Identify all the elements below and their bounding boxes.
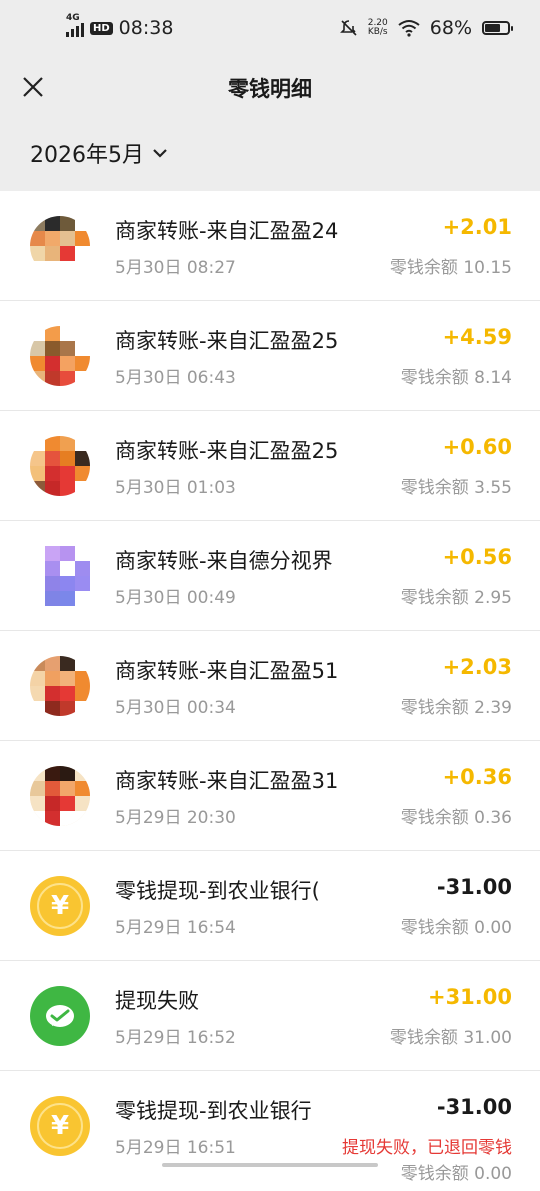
transaction-amount: +2.03 <box>442 655 512 679</box>
speed-unit: KB/s <box>367 27 388 37</box>
transaction-time: 5月30日 01:03 <box>115 478 236 498</box>
network-type: 4G <box>66 13 80 23</box>
battery-fill <box>485 24 500 32</box>
transaction-balance: 零钱余额 10.15 <box>389 258 512 278</box>
wifi-icon <box>398 20 420 37</box>
merchant-avatar <box>30 546 90 606</box>
transaction-title: 商家转账-来自汇盈盈31 <box>115 769 339 793</box>
yuan-coin-icon: ¥ <box>30 876 90 936</box>
status-time: 08:38 <box>118 17 174 39</box>
do-not-disturb-icon <box>339 20 357 36</box>
transaction-row[interactable]: ¥ 零钱提现-到农业银行 5月29日 16:51 -31.00 提现失败，已退回… <box>0 1071 540 1191</box>
transaction-balance: 零钱余额 0.00 <box>400 1164 512 1184</box>
network-speed: 2.20 KB/s <box>368 19 388 37</box>
transaction-balance: 零钱余额 8.14 <box>400 368 512 388</box>
transaction-balance: 零钱余额 3.55 <box>400 478 512 498</box>
merchant-avatar <box>30 216 90 276</box>
yuan-coin-icon: ¥ <box>30 1096 90 1156</box>
battery-icon <box>482 21 513 35</box>
transaction-row[interactable]: 商家转账-来自汇盈盈25 5月30日 06:43 +4.59 零钱余额 8.14 <box>0 301 540 411</box>
transaction-title: 商家转账-来自汇盈盈25 <box>115 329 339 353</box>
transaction-balance: 零钱余额 0.36 <box>400 808 512 828</box>
transaction-time: 5月29日 16:52 <box>115 1028 236 1048</box>
transaction-amount: +2.01 <box>442 215 512 239</box>
transaction-balance: 零钱余额 31.00 <box>389 1028 512 1048</box>
transaction-row[interactable]: 商家转账-来自汇盈盈24 5月30日 08:27 +2.01 零钱余额 10.1… <box>0 191 540 301</box>
withdraw-failed-note: 提现失败，已退回零钱 <box>342 1138 512 1158</box>
battery-percent: 68% <box>429 17 472 39</box>
transaction-balance: 零钱余额 2.39 <box>400 698 512 718</box>
chevron-down-icon <box>153 149 167 158</box>
month-filter-bar: 2026年5月 <box>0 115 540 191</box>
month-label: 2026年5月 <box>30 143 144 168</box>
transaction-title: 零钱提现-到农业银行( <box>115 879 320 903</box>
transaction-time: 5月30日 06:43 <box>115 368 236 388</box>
transaction-row[interactable]: 商家转账-来自汇盈盈25 5月30日 01:03 +0.60 零钱余额 3.55 <box>0 411 540 521</box>
nav-bar: 零钱明细 <box>0 60 540 115</box>
transaction-title: 零钱提现-到农业银行 <box>115 1099 312 1123</box>
merchant-avatar <box>30 656 90 716</box>
merchant-avatar <box>30 436 90 496</box>
transaction-amount: -31.00 <box>436 1095 512 1119</box>
transaction-title: 商家转账-来自汇盈盈24 <box>115 219 339 243</box>
status-right: 2.20 KB/s 68% <box>339 17 513 39</box>
merchant-avatar <box>30 326 90 386</box>
transaction-time: 5月30日 00:34 <box>115 698 236 718</box>
transaction-balance: 零钱余额 0.00 <box>400 918 512 938</box>
hd-badge: HD <box>90 21 113 35</box>
transaction-amount: -31.00 <box>436 875 512 899</box>
transaction-time: 5月29日 20:30 <box>115 808 236 828</box>
close-button[interactable] <box>16 70 50 104</box>
merchant-avatar <box>30 766 90 826</box>
transaction-row[interactable]: ¥ 零钱提现-到农业银行( 5月29日 16:54 -31.00 零钱余额 0.… <box>0 851 540 961</box>
transaction-amount: +0.36 <box>442 765 512 789</box>
transaction-title: 商家转账-来自汇盈盈51 <box>115 659 339 683</box>
transaction-row[interactable]: 商家转账-来自德分视界 5月30日 00:49 +0.56 零钱余额 2.95 <box>0 521 540 631</box>
transaction-balance: 零钱余额 2.95 <box>400 588 512 608</box>
month-picker[interactable]: 2026年5月 <box>30 137 168 169</box>
transaction-row[interactable]: 提现失败 5月29日 16:52 +31.00 零钱余额 31.00 <box>0 961 540 1071</box>
status-left: 4G HD 08:38 <box>66 13 174 39</box>
transaction-list: 商家转账-来自汇盈盈24 5月30日 08:27 +2.01 零钱余额 10.1… <box>0 191 540 1191</box>
transaction-time: 5月30日 00:49 <box>115 588 236 608</box>
transaction-title: 商家转账-来自汇盈盈25 <box>115 439 339 463</box>
home-indicator[interactable] <box>162 1163 378 1167</box>
transaction-time: 5月29日 16:54 <box>115 918 236 938</box>
transaction-amount: +0.56 <box>442 545 512 569</box>
transaction-title: 提现失败 <box>115 989 199 1013</box>
signal-icon: 4G <box>66 13 84 37</box>
transaction-time: 5月29日 16:51 <box>115 1138 236 1158</box>
transaction-amount: +4.59 <box>442 325 512 349</box>
transaction-title: 商家转账-来自德分视界 <box>115 549 333 573</box>
transaction-row[interactable]: 商家转账-来自汇盈盈51 5月30日 00:34 +2.03 零钱余额 2.39 <box>0 631 540 741</box>
close-icon <box>23 77 43 97</box>
wechat-pay-icon <box>30 986 90 1046</box>
page-title: 零钱明细 <box>228 76 312 101</box>
status-bar: 4G HD 08:38 2.20 KB/s 68% <box>0 0 540 60</box>
transaction-time: 5月30日 08:27 <box>115 258 236 278</box>
transaction-row[interactable]: 商家转账-来自汇盈盈31 5月29日 20:30 +0.36 零钱余额 0.36 <box>0 741 540 851</box>
transaction-amount: +0.60 <box>442 435 512 459</box>
transaction-amount: +31.00 <box>427 985 512 1009</box>
